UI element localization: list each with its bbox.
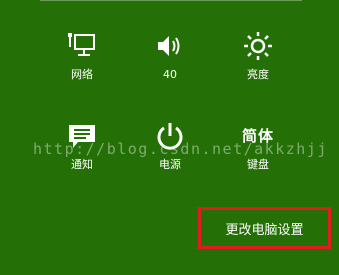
power-icon [154,120,186,152]
brightness-tile[interactable]: 亮度 [232,30,284,90]
speaker-icon [154,30,186,62]
volume-tile[interactable]: 40 [144,30,196,90]
change-pc-settings-label: 更改电脑设置 [225,222,304,238]
power-tile[interactable]: 电源 [144,120,196,180]
keyboard-tile[interactable]: 简体 键盘 [232,120,284,180]
network-tile[interactable]: 网络 [56,30,108,90]
network-icon [66,30,98,62]
notification-icon [66,120,98,152]
ime-icon: 简体 [242,120,274,152]
notifications-label: 通知 [71,158,93,171]
keyboard-label: 键盘 [247,158,269,171]
top-divider [40,0,302,1]
power-label: 电源 [159,158,181,171]
brightness-icon [242,30,274,62]
volume-level: 40 [163,68,177,81]
notifications-tile[interactable]: 通知 [56,120,108,180]
ime-mode-text: 简体 [242,127,275,145]
network-label: 网络 [71,68,93,81]
brightness-label: 亮度 [247,68,269,81]
change-pc-settings-link[interactable]: 更改电脑设置 [198,207,331,249]
